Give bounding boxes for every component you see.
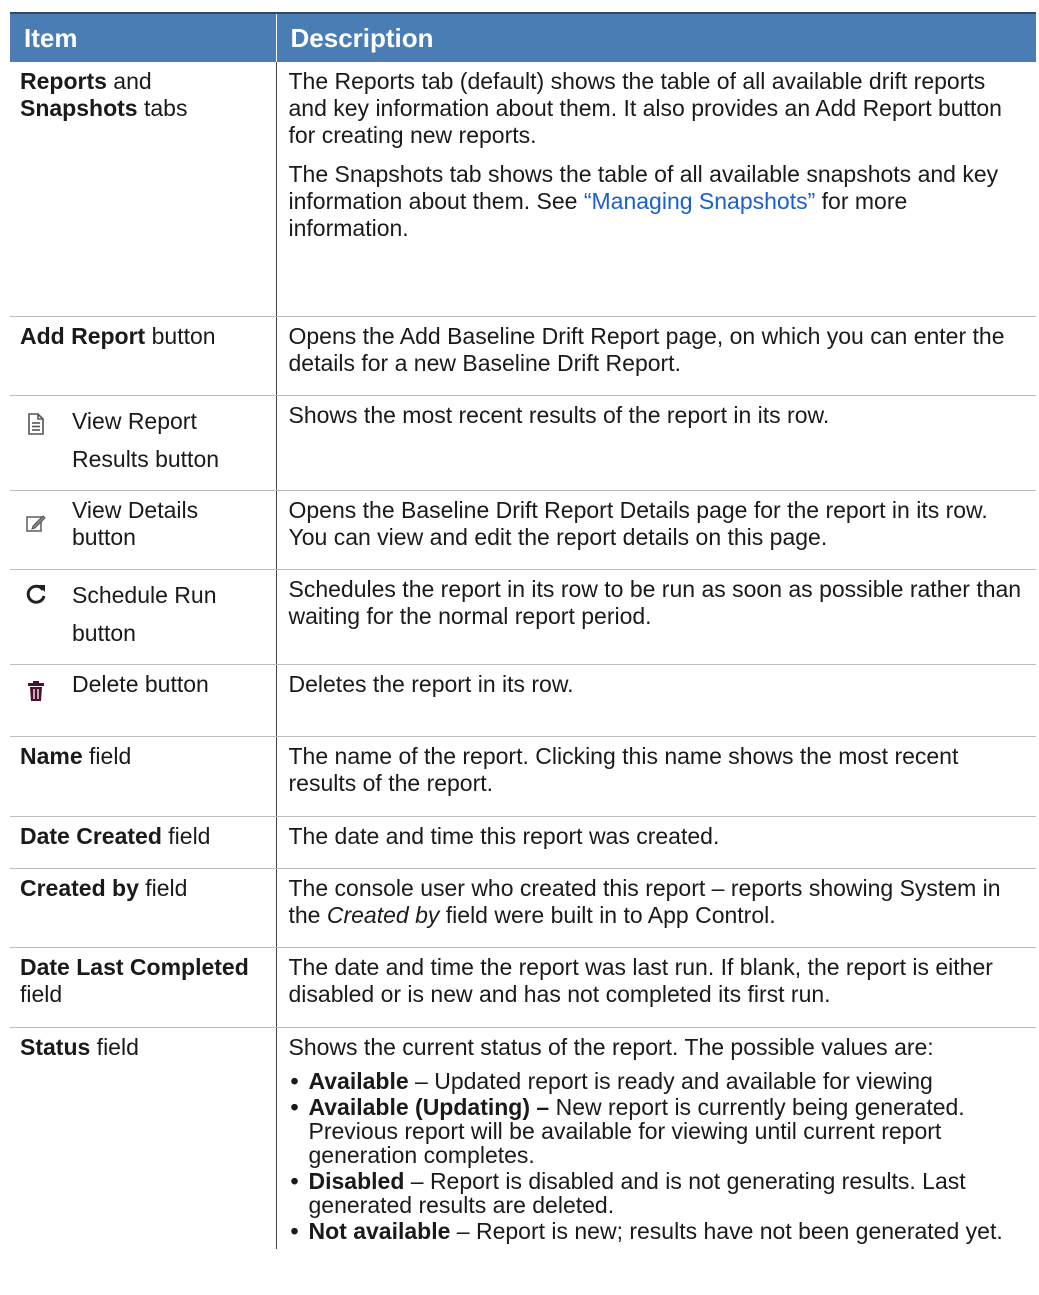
item-label: View Report Results button: [72, 407, 220, 472]
description-text: The Reports tab (default) shows the tabl…: [288, 68, 1002, 148]
item-suffix: field: [161, 822, 211, 849]
report-document-icon: [28, 412, 44, 435]
status-term: Available (Updating) –: [308, 1093, 550, 1120]
description-text-2: The Snapshots tab shows the table of all…: [289, 161, 1027, 242]
item-suffix: button: [145, 322, 216, 349]
status-term: Disabled: [308, 1167, 405, 1194]
description-cell: The date and time this report was create…: [276, 816, 1036, 869]
table-header: Item Description: [10, 13, 1036, 62]
table-row: Date Last Completed field The date and t…: [10, 947, 1036, 1028]
list-item: Available (Updating) – New report is cur…: [289, 1095, 1027, 1167]
item-cell: Created by field: [10, 868, 277, 948]
description-cell: Shows the most recent results of the rep…: [276, 395, 1036, 491]
description-italic: Created by: [326, 901, 440, 928]
item-cell: Schedule Run button: [10, 569, 277, 665]
status-term: Not available: [308, 1217, 451, 1244]
table-row: Delete button Deletes the report in its …: [10, 664, 1036, 737]
item-suffix: field: [82, 742, 132, 769]
status-values-list: Available – Updated report is ready and …: [289, 1069, 1027, 1243]
item-term: Reports: [20, 68, 107, 94]
trash-icon: [28, 680, 44, 701]
item-label: Delete button: [72, 670, 209, 697]
item-suffix: field: [20, 980, 63, 1007]
description-cell: Schedules the report in its row to be ru…: [276, 569, 1036, 665]
status-text: – Report is disabled and is not generati…: [308, 1167, 966, 1218]
list-item: Disabled – Report is disabled and is not…: [289, 1169, 1027, 1217]
status-term: Available: [308, 1067, 409, 1094]
table-row: Name field The name of the report. Click…: [10, 736, 1036, 817]
header-item: Item: [10, 13, 277, 62]
item-suffix: field: [90, 1033, 139, 1060]
item-cell: Add Report button: [10, 316, 277, 396]
managing-snapshots-link[interactable]: “Managing Snapshots”: [584, 188, 815, 214]
item-term: Name: [20, 742, 83, 769]
item-term: Date Created: [20, 822, 162, 849]
item-cell: Delete button: [10, 664, 277, 737]
reports-items-table: Item Description Reports and Snapshots t…: [10, 12, 1036, 1249]
table-row: Status field Shows the current status of…: [10, 1027, 1036, 1249]
item-cell: View Details button: [10, 490, 277, 570]
item-term: Add Report: [20, 322, 146, 349]
item-label: View Details button: [72, 496, 199, 550]
description-cell: Shows the current status of the report. …: [276, 1027, 1036, 1249]
item-suffix: and: [106, 68, 152, 94]
table-row: Schedule Run button Schedules the report…: [10, 569, 1036, 665]
table-row: Created by field The console user who cr…: [10, 868, 1036, 948]
description-cell: Opens the Add Baseline Drift Report page…: [276, 316, 1036, 396]
item-term: Created by: [20, 874, 139, 901]
table-row: Add Report button Opens the Add Baseline…: [10, 316, 1036, 396]
item-cell: Name field: [10, 736, 277, 817]
item-cell: View Report Results button: [10, 395, 277, 491]
list-item: Available – Updated report is ready and …: [289, 1069, 1027, 1093]
item-label: Schedule Run button: [72, 581, 217, 646]
status-text: – Report is new; results have not been g…: [450, 1217, 1003, 1244]
item-suffix: field: [138, 874, 188, 901]
item-term: Status: [20, 1033, 91, 1060]
description-fragment: field were built in to App Control.: [439, 901, 776, 928]
item-term: Snapshots: [20, 95, 138, 121]
table-row: Reports and Snapshots tabs The Reports t…: [10, 62, 1036, 317]
item-cell: Date Last Completed field: [10, 947, 277, 1028]
table-row: Date Created field The date and time thi…: [10, 816, 1036, 869]
description-cell: Opens the Baseline Drift Report Details …: [276, 490, 1036, 570]
description-cell: The Reports tab (default) shows the tabl…: [276, 62, 1036, 317]
description-text: Shows the current status of the report. …: [288, 1033, 934, 1060]
item-cell: Status field: [10, 1027, 277, 1249]
header-description: Description: [276, 13, 1036, 62]
item-term: Date Last Completed: [20, 953, 249, 980]
status-text: – Updated report is ready and available …: [408, 1067, 933, 1094]
description-cell: Deletes the report in its row.: [276, 664, 1036, 737]
item-suffix: tabs: [137, 95, 188, 121]
item-cell: Date Created field: [10, 816, 277, 869]
table-row: View Details button Opens the Baseline D…: [10, 490, 1036, 570]
list-item: Not available – Report is new; results h…: [289, 1219, 1027, 1243]
edit-pencil-icon: [26, 514, 46, 532]
item-cell: Reports and Snapshots tabs: [10, 62, 277, 317]
description-cell: The date and time the report was last ru…: [276, 947, 1036, 1028]
table-row: View Report Results button Shows the mos…: [10, 395, 1036, 491]
description-cell: The name of the report. Clicking this na…: [276, 736, 1036, 817]
description-cell: The console user who created this report…: [276, 868, 1036, 948]
refresh-icon: [26, 584, 46, 604]
